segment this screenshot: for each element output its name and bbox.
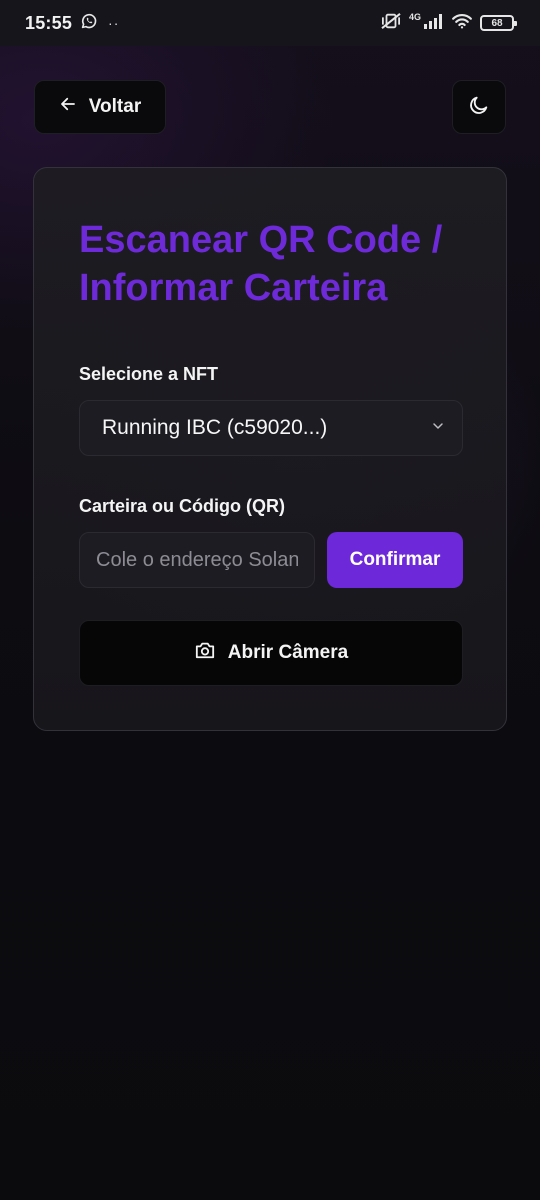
wallet-input-label: Carteira ou Código (QR): [79, 496, 285, 516]
battery-icon: 68: [480, 15, 517, 31]
wifi-icon: [451, 13, 473, 34]
confirm-button[interactable]: Confirmar: [327, 532, 463, 588]
network-type: 4G: [408, 12, 421, 22]
camera-icon: [194, 640, 216, 666]
scan-card: Escanear QR Code / Informar Carteira Sel…: [33, 167, 507, 731]
moon-icon: [468, 94, 490, 121]
chevron-down-icon: [430, 418, 446, 439]
back-button-label: Voltar: [88, 96, 142, 117]
open-camera-button[interactable]: Abrir Câmera: [79, 620, 463, 686]
page-title: Escanear QR Code / Informar Carteira: [79, 219, 443, 309]
status-right: 4G 68: [380, 12, 517, 35]
open-camera-label: Abrir Câmera: [227, 642, 349, 663]
wallet-input[interactable]: [79, 532, 315, 588]
status-bar: 15:55 ·· 4G 68: [0, 0, 540, 46]
whatsapp-icon: [80, 12, 98, 35]
arrow-left-icon: [59, 95, 77, 119]
theme-toggle-button[interactable]: [452, 80, 506, 134]
status-time: 15:55: [25, 12, 73, 33]
nft-select[interactable]: Running IBC (c59020...): [79, 400, 463, 456]
vibrate-off-icon: [380, 12, 402, 35]
back-button[interactable]: Voltar: [34, 80, 166, 134]
nft-select-value: Running IBC (c59020...): [102, 416, 328, 439]
status-more-icon: ··: [108, 15, 120, 31]
status-left: 15:55 ··: [25, 12, 119, 35]
nft-select-label: Selecione a NFT: [79, 364, 219, 384]
signal-icon: [424, 13, 444, 34]
